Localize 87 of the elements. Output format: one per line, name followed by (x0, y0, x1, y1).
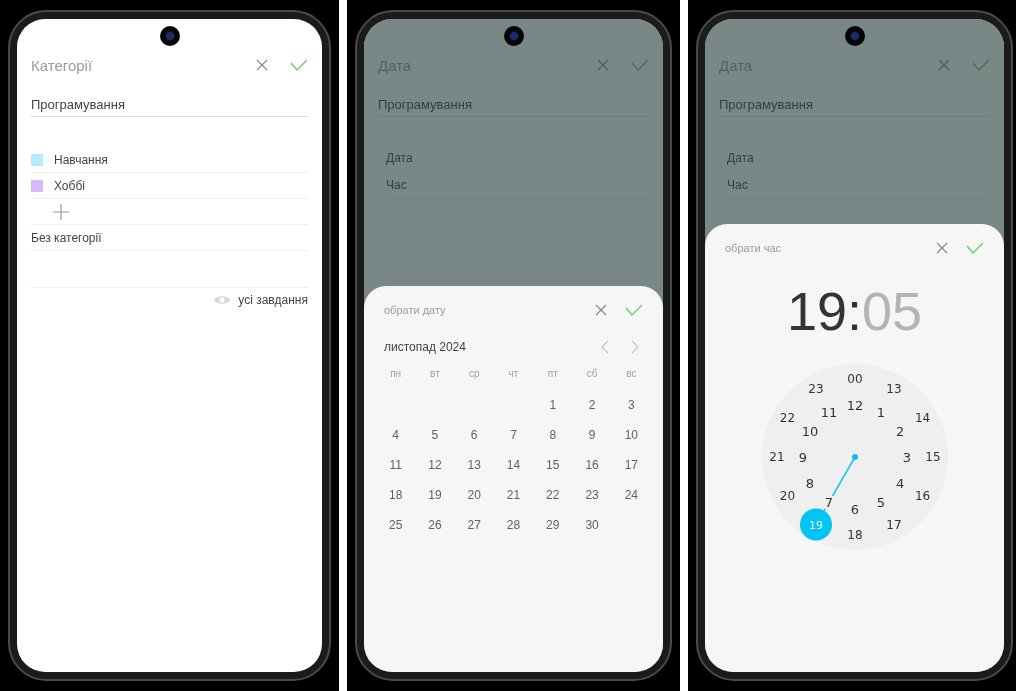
eye-icon (214, 295, 231, 305)
close-icon[interactable] (597, 59, 609, 71)
weekday-label: вс (625, 368, 638, 381)
time-separator: : (847, 281, 862, 341)
dial-number[interactable]: 14 (914, 411, 930, 425)
calendar-day[interactable]: 17 (611, 454, 651, 476)
weekday-label: ср (467, 368, 481, 381)
calendar-day[interactable]: 6 (454, 424, 494, 446)
calendar-day[interactable]: 18 (376, 484, 416, 506)
chevron-left-icon[interactable] (601, 340, 609, 354)
calendar-day[interactable]: 26 (415, 514, 455, 536)
dial-number[interactable]: 16 (914, 489, 930, 503)
plus-icon[interactable] (53, 203, 69, 220)
sheet-title: обрати дату (384, 304, 446, 316)
calendar-day[interactable]: 13 (454, 454, 494, 476)
calendar-day[interactable]: 14 (493, 454, 534, 476)
calendar-day[interactable]: 22 (533, 484, 573, 506)
camera-icon (159, 26, 180, 46)
dial-number[interactable]: 11 (820, 404, 837, 420)
dial-number[interactable]: 1 (876, 404, 885, 420)
dial-number[interactable]: 2 (895, 424, 904, 439)
check-icon[interactable] (290, 59, 308, 71)
dial-number[interactable]: 12 (846, 398, 863, 413)
camera-icon (844, 26, 865, 46)
dial-number[interactable]: 10 (801, 424, 818, 439)
calendar-day[interactable]: 27 (454, 514, 494, 536)
calendar-day[interactable]: 16 (572, 454, 612, 476)
calendar-day[interactable]: 1 (533, 394, 573, 416)
calendar-day[interactable]: 25 (376, 514, 416, 536)
weekday-label: вт (429, 368, 441, 381)
check-icon[interactable] (625, 304, 643, 316)
close-icon[interactable] (256, 59, 268, 71)
calendar-day[interactable]: 8 (533, 424, 573, 446)
dial-number[interactable]: 4 (895, 476, 904, 491)
calendar-day[interactable]: 3 (611, 394, 651, 416)
category-label[interactable]: Навчання (54, 152, 108, 167)
dial-number[interactable]: 13 (885, 382, 902, 397)
calendar-day[interactable]: 20 (454, 484, 494, 506)
calendar-day[interactable]: 12 (415, 454, 455, 476)
calendar-day[interactable]: 10 (611, 424, 651, 446)
camera-icon (503, 26, 524, 46)
calendar-day[interactable]: 23 (572, 484, 612, 506)
close-icon[interactable] (938, 59, 950, 71)
close-icon[interactable] (936, 242, 948, 254)
category-label[interactable]: Хоббі (54, 178, 85, 193)
weekday-label: пн (389, 368, 403, 381)
dial-number[interactable]: 21 (768, 450, 785, 464)
calendar-day[interactable]: 5 (415, 424, 455, 446)
dial-number[interactable]: 18 (846, 528, 863, 542)
calendar-day[interactable]: 19 (415, 484, 455, 506)
close-icon[interactable] (595, 304, 607, 316)
dial-number[interactable]: 5 (876, 495, 885, 511)
calendar-day[interactable]: 21 (493, 484, 534, 506)
weekday-label: чт (507, 368, 520, 381)
weekday-label: пт (546, 368, 559, 381)
calendar-day[interactable]: 4 (376, 424, 416, 446)
dial-number[interactable]: 6 (850, 502, 859, 517)
calendar-day[interactable]: 28 (493, 514, 534, 536)
chevron-right-icon[interactable] (631, 340, 639, 354)
calendar-day[interactable]: 11 (376, 454, 416, 476)
show-all-link[interactable]: усі завдання (238, 293, 308, 307)
name-field[interactable]: Програмування (31, 97, 308, 117)
check-icon[interactable] (972, 59, 990, 71)
dial-number[interactable]: 23 (807, 382, 824, 397)
calendar-day[interactable]: 9 (572, 424, 612, 446)
dial-number[interactable]: 9 (798, 450, 807, 465)
check-icon[interactable] (631, 59, 649, 71)
dial-number[interactable]: 00 (846, 372, 863, 386)
category-label[interactable]: Без категорії (31, 230, 102, 245)
calendar-day[interactable]: 15 (533, 454, 573, 476)
dial-number[interactable]: 15 (924, 450, 941, 464)
hours-display[interactable]: 19 (786, 281, 847, 341)
check-icon[interactable] (966, 242, 984, 254)
dial-number[interactable]: 22 (779, 411, 795, 425)
dial-number[interactable]: 8 (805, 476, 814, 491)
calendar-day[interactable]: 7 (493, 424, 534, 446)
sheet-title: обрати час (725, 242, 781, 254)
dial-number[interactable]: 17 (885, 517, 902, 532)
calendar-day[interactable]: 2 (572, 394, 612, 416)
month-label: листопад 2024 (384, 340, 466, 354)
calendar-day[interactable]: 30 (572, 514, 612, 536)
screen-title: Категорії (31, 56, 93, 74)
dial-number[interactable]: 20 (779, 489, 795, 503)
calendar-day[interactable]: 29 (533, 514, 573, 536)
dial-number[interactable]: 3 (902, 450, 911, 465)
calendar-day[interactable]: 24 (611, 484, 651, 506)
weekday-label: сб (585, 368, 599, 381)
